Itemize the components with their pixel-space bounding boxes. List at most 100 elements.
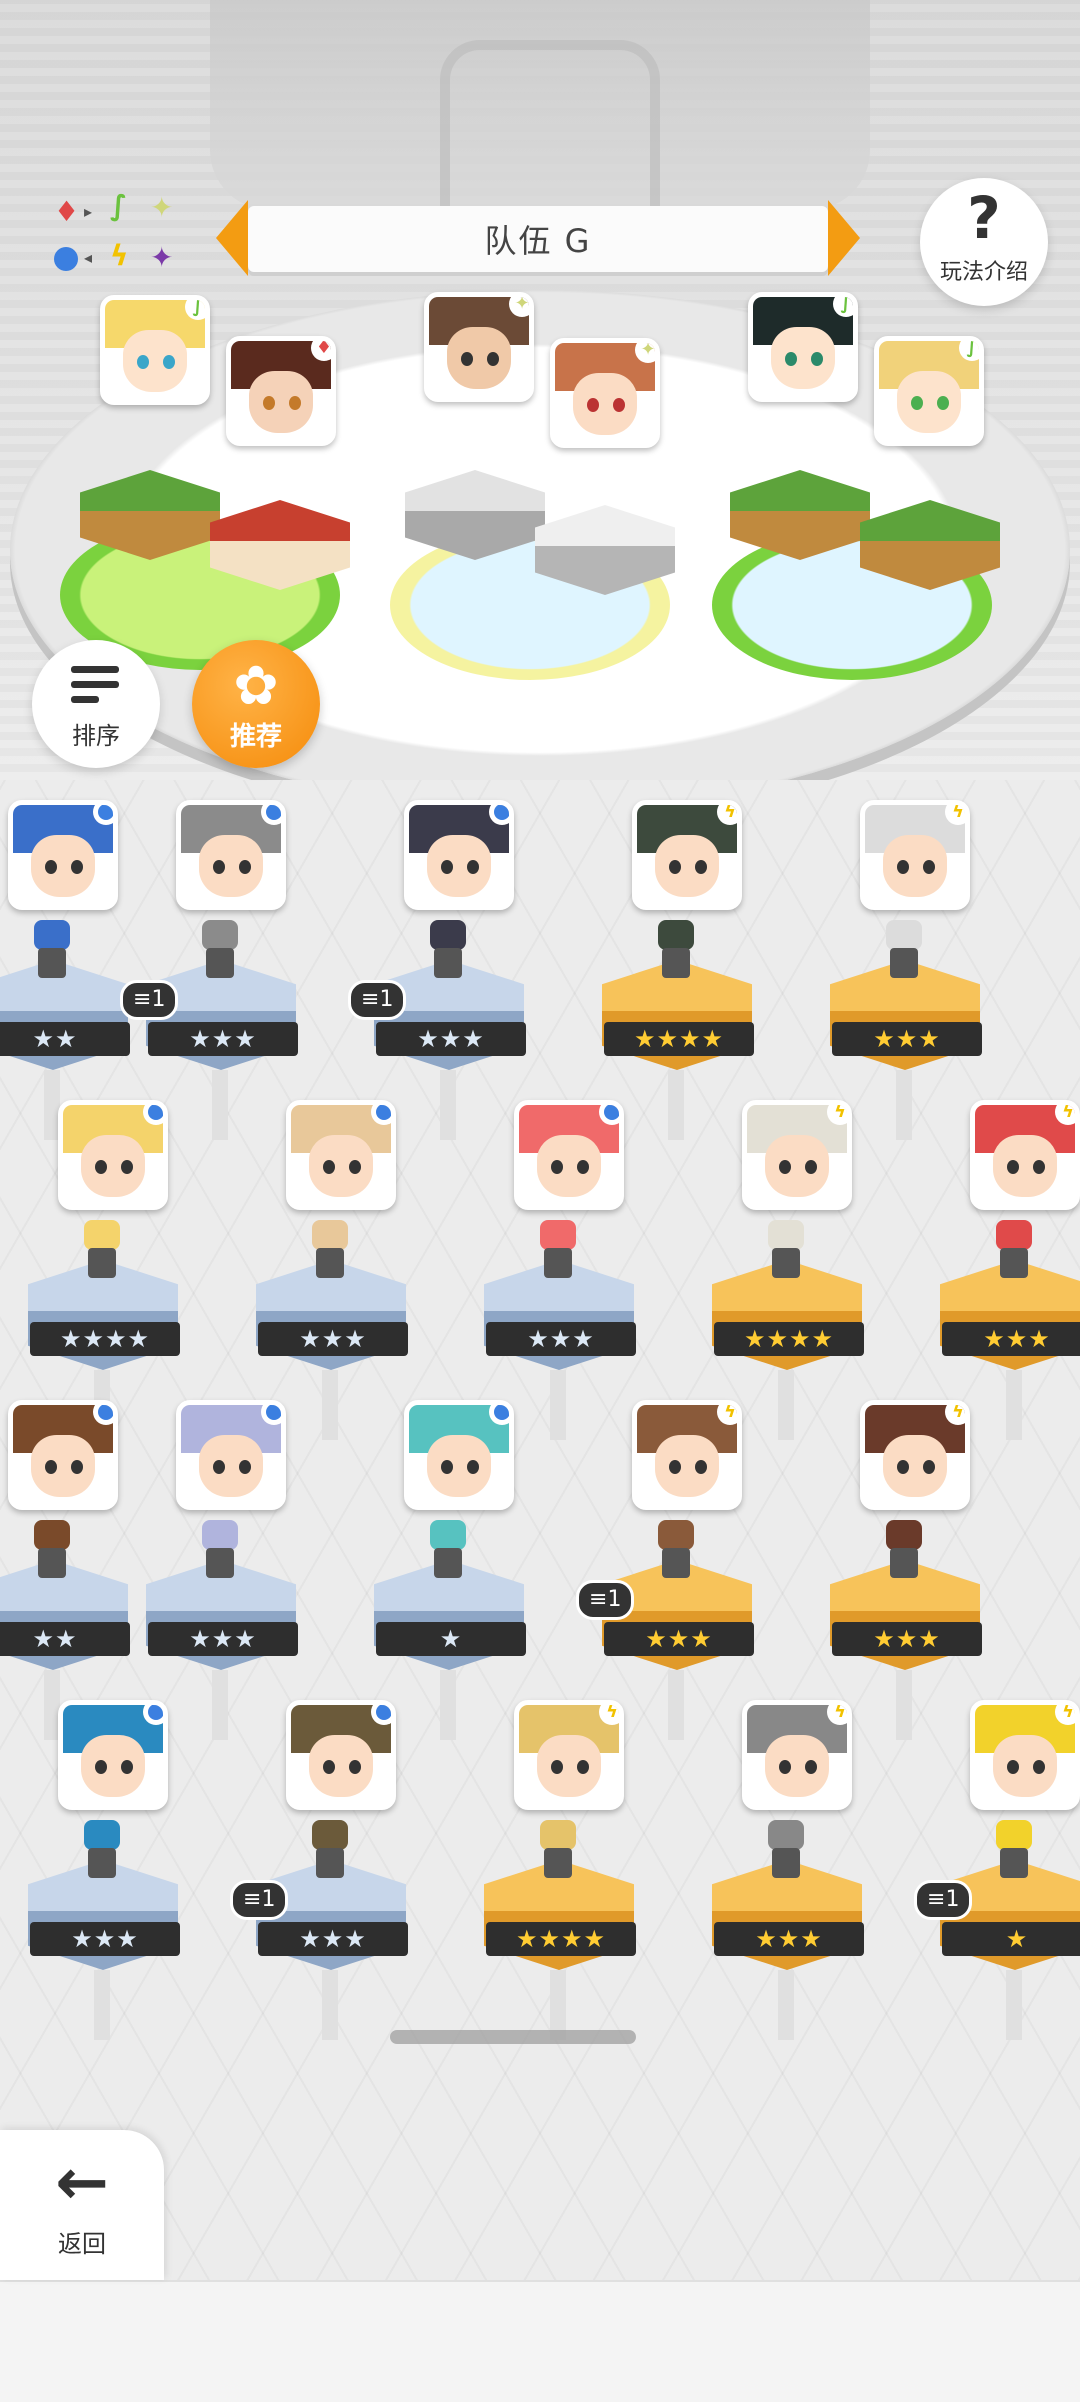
arrow-icon: ▸ <box>84 202 93 221</box>
star-rating: ★ <box>376 1622 526 1656</box>
duplicate-count-badge: ≡1 <box>120 980 179 1020</box>
star-rating: ★★ <box>0 1022 130 1056</box>
team-selector: 队伍 G <box>216 200 860 276</box>
hero-sprite <box>72 1820 132 1880</box>
team-member-portrait[interactable]: ✦ <box>424 292 534 402</box>
star-rating: ★★★ <box>604 1622 754 1656</box>
star-rating: ★★★★ <box>714 1322 864 1356</box>
recommend-button[interactable]: ✿ 推荐 <box>192 640 320 768</box>
dark-element-icon: ✦ <box>150 241 174 274</box>
hero-portrait <box>58 1700 168 1810</box>
bolt-element-icon: ϟ <box>110 239 129 272</box>
hero-card[interactable]: ★★★ <box>128 1400 308 1740</box>
hero-portrait: ϟ <box>860 800 970 910</box>
stack-icon: ≡ <box>361 987 380 1012</box>
fire-element-icon: ♦ <box>311 341 331 361</box>
hero-sprite <box>984 1820 1044 1880</box>
hero-card[interactable]: ★ <box>356 1400 536 1740</box>
back-label: 返回 <box>58 2230 106 2258</box>
stand-pole <box>1006 1970 1022 2040</box>
bolt-element-icon: ϟ <box>827 1105 847 1125</box>
duplicate-count-badge: ≡1 <box>230 1880 289 1920</box>
stand-pole <box>212 1670 228 1740</box>
back-button[interactable]: ← 返回 <box>0 2130 164 2280</box>
stand-pole <box>322 1970 338 2040</box>
hero-card[interactable]: ★★★ <box>238 1100 418 1440</box>
hero-card[interactable]: ★★ <box>0 1400 140 1740</box>
stand-pole <box>440 1670 456 1740</box>
hero-card[interactable]: ϟ ★ ≡1 <box>914 1700 1080 2040</box>
help-button[interactable]: ? 玩法介绍 <box>920 178 1048 306</box>
stand-pole <box>896 1070 912 1140</box>
scroll-handle[interactable] <box>390 2030 636 2044</box>
team-member-portrait[interactable]: ∫ <box>748 292 858 402</box>
bottom-bar <box>0 2280 1080 2402</box>
hero-portrait <box>176 1400 286 1510</box>
hero-card[interactable]: ★★ <box>0 800 140 1140</box>
hero-sprite <box>874 1520 934 1580</box>
stand-pole <box>668 1670 684 1740</box>
star-rating: ★★★ <box>832 1622 982 1656</box>
hero-card[interactable]: ★★★ <box>466 1100 646 1440</box>
hero-portrait <box>286 1100 396 1210</box>
hero-card[interactable]: ϟ ★★★★ <box>584 800 764 1140</box>
hero-portrait: ϟ <box>632 800 742 910</box>
hero-portrait <box>514 1100 624 1210</box>
hero-sprite <box>646 1520 706 1580</box>
duplicate-count: 1 <box>945 1887 960 1912</box>
hero-card[interactable]: ★★★ ≡1 <box>230 1700 418 2040</box>
hero-portrait <box>286 1700 396 1810</box>
element-advantage-chart[interactable]: ♦ ▸ ∫ ✦ ◂ ϟ ✦ <box>50 190 200 290</box>
stand-pole <box>322 1370 338 1440</box>
stand-pole <box>440 1070 456 1140</box>
hero-card[interactable]: ★★★ <box>10 1700 190 2040</box>
water-element-icon <box>93 1405 113 1425</box>
water-element-icon <box>93 805 113 825</box>
hero-card[interactable]: ϟ ★★★ ≡1 <box>576 1400 764 1740</box>
stack-icon: ≡ <box>243 1887 262 1912</box>
team-member-portrait[interactable]: ∫ <box>874 336 984 446</box>
flower-icon: ✿ <box>233 654 279 717</box>
star-rating: ★★★ <box>942 1322 1080 1356</box>
hero-sprite <box>874 920 934 980</box>
team-member-portrait[interactable]: ♦ <box>226 336 336 446</box>
hero-sprite <box>528 1220 588 1280</box>
bolt-element-icon: ϟ <box>1055 1705 1075 1725</box>
hero-sprite <box>300 1220 360 1280</box>
bolt-element-icon: ϟ <box>1055 1105 1075 1125</box>
recommend-label: 推荐 <box>229 722 282 752</box>
hero-card[interactable]: ★★★★ <box>10 1100 190 1440</box>
team-member-portrait[interactable]: ✦ <box>550 338 660 448</box>
hero-portrait: ϟ <box>742 1100 852 1210</box>
duplicate-count: 1 <box>261 1887 276 1912</box>
star-rating: ★★★★ <box>486 1922 636 1956</box>
star-rating: ★★★ <box>258 1322 408 1356</box>
hero-portrait: ϟ <box>970 1700 1080 1810</box>
hero-sprite <box>756 1220 816 1280</box>
next-team-arrow[interactable] <box>828 200 860 276</box>
water-element-icon <box>489 1405 509 1425</box>
hero-sprite <box>418 1520 478 1580</box>
hero-card[interactable]: ϟ ★★★ <box>922 1100 1080 1440</box>
hero-card[interactable]: ϟ ★★★★ <box>466 1700 646 2040</box>
sort-lines-icon <box>71 666 121 706</box>
sort-button[interactable]: 排序 <box>32 640 160 768</box>
hero-sprite <box>22 920 82 980</box>
hero-portrait: ϟ <box>514 1700 624 1810</box>
team-member-portrait[interactable]: ∫ <box>100 295 210 405</box>
hero-portrait <box>8 1400 118 1510</box>
help-label: 玩法介绍 <box>939 260 1028 285</box>
hero-card[interactable]: ★★★ ≡1 <box>348 800 536 1140</box>
duplicate-count: 1 <box>607 1587 622 1612</box>
stand-pole <box>778 1970 794 2040</box>
water-element-icon <box>371 1105 391 1125</box>
previous-team-arrow[interactable] <box>216 200 248 276</box>
team-title: 队伍 G <box>484 222 592 260</box>
star-rating: ★ <box>942 1922 1080 1956</box>
hero-card[interactable]: ϟ ★★★ <box>812 1400 992 1740</box>
water-element-icon <box>143 1105 163 1125</box>
hero-card[interactable]: ★★★ ≡1 <box>120 800 308 1140</box>
hero-card[interactable]: ϟ ★★★ <box>812 800 992 1140</box>
hero-card[interactable]: ϟ ★★★ <box>694 1700 874 2040</box>
hero-card[interactable]: ϟ ★★★★ <box>694 1100 874 1440</box>
